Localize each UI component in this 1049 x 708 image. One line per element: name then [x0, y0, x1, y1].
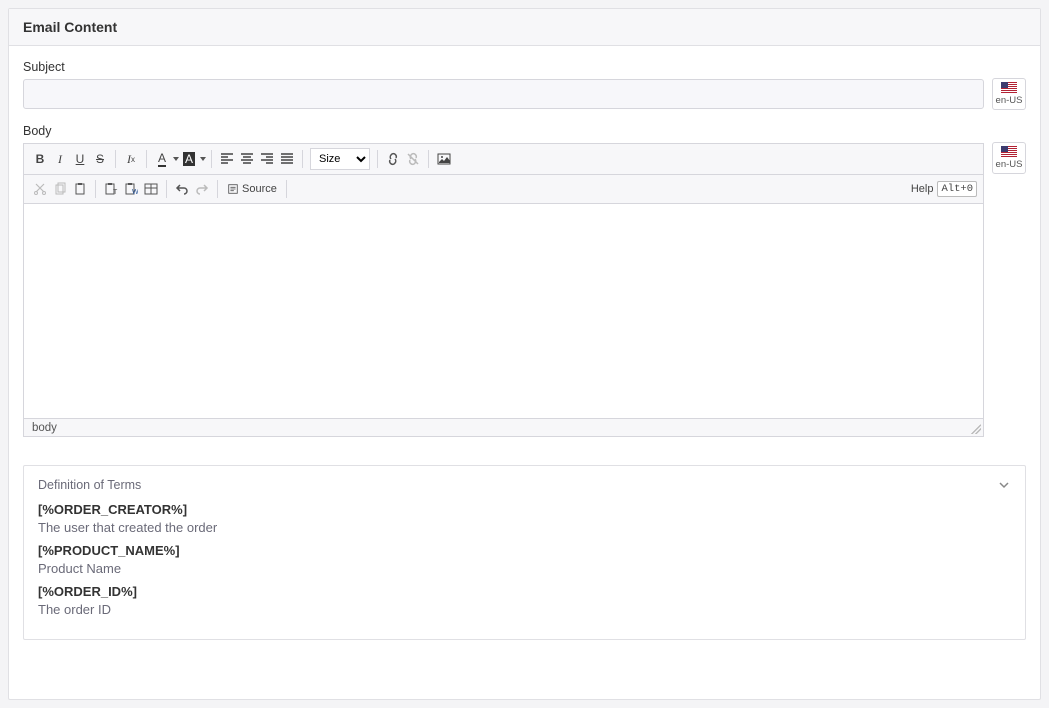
table-icon — [144, 182, 158, 196]
terms-header-label: Definition of Terms — [38, 478, 141, 492]
editor-toolbar-row-2: T W Source — [24, 175, 983, 204]
bold-button[interactable]: B — [30, 149, 50, 169]
align-center-button[interactable] — [237, 149, 257, 169]
subject-label: Subject — [23, 60, 984, 74]
svg-text:T: T — [113, 189, 118, 196]
term-item: [%ORDER_ID%] The order ID — [38, 584, 1011, 617]
us-flag-icon — [1001, 146, 1017, 157]
cut-button[interactable] — [30, 179, 50, 199]
align-justify-button[interactable] — [277, 149, 297, 169]
help-label[interactable]: Help — [911, 183, 934, 195]
remove-format-button[interactable]: Ix — [121, 149, 141, 169]
align-right-icon — [260, 152, 274, 166]
font-size-select[interactable]: Size — [310, 148, 370, 170]
paste-text-icon: T — [104, 182, 118, 196]
email-content-panel: Email Content Subject en-US Body — [8, 8, 1041, 700]
paste-icon — [73, 182, 87, 196]
underline-button[interactable]: U — [70, 149, 90, 169]
unlink-icon — [406, 152, 420, 166]
chevron-down-icon — [997, 478, 1011, 492]
align-left-icon — [220, 152, 234, 166]
panel-title: Email Content — [9, 9, 1040, 46]
svg-text:W: W — [132, 189, 138, 196]
dropdown-caret-icon[interactable] — [200, 157, 206, 161]
editor-content-area[interactable] — [24, 204, 983, 418]
copy-button[interactable] — [50, 179, 70, 199]
body-locale-button[interactable]: en-US — [992, 142, 1026, 174]
text-color-button[interactable]: A — [152, 149, 172, 169]
term-desc: The order ID — [38, 602, 1011, 617]
term-desc: Product Name — [38, 561, 1011, 576]
paste-word-button[interactable]: W — [121, 179, 141, 199]
body-label: Body — [23, 124, 984, 138]
rich-text-editor: B I U S Ix A A — [23, 143, 984, 437]
align-center-icon — [240, 152, 254, 166]
align-justify-icon — [280, 152, 294, 166]
undo-button[interactable] — [172, 179, 192, 199]
term-item: [%PRODUCT_NAME%] Product Name — [38, 543, 1011, 576]
locale-code: en-US — [996, 159, 1023, 170]
align-right-button[interactable] — [257, 149, 277, 169]
editor-footer: body — [24, 418, 983, 436]
subject-locale-button[interactable]: en-US — [992, 78, 1026, 110]
term-desc: The user that created the order — [38, 520, 1011, 535]
us-flag-icon — [1001, 82, 1017, 93]
copy-icon — [53, 182, 67, 196]
term-token: [%PRODUCT_NAME%] — [38, 543, 1011, 558]
link-icon — [386, 152, 400, 166]
term-token: [%ORDER_ID%] — [38, 584, 1011, 599]
definition-of-terms-panel: Definition of Terms [%ORDER_CREATOR%] Th… — [23, 465, 1026, 640]
paste-button[interactable] — [70, 179, 90, 199]
resize-grip-icon[interactable] — [971, 424, 981, 434]
table-button[interactable] — [141, 179, 161, 199]
italic-button[interactable]: I — [50, 149, 70, 169]
strikethrough-button[interactable]: S — [90, 149, 110, 169]
term-item: [%ORDER_CREATOR%] The user that created … — [38, 502, 1011, 535]
term-token: [%ORDER_CREATOR%] — [38, 502, 1011, 517]
terms-header[interactable]: Definition of Terms — [24, 466, 1025, 502]
background-color-button[interactable]: A — [179, 149, 199, 169]
redo-icon — [195, 182, 209, 196]
subject-input[interactable] — [23, 79, 984, 109]
cut-icon — [33, 182, 47, 196]
link-button[interactable] — [383, 149, 403, 169]
image-button[interactable] — [434, 149, 454, 169]
editor-toolbar-row-1: B I U S Ix A A — [24, 144, 983, 175]
redo-button[interactable] — [192, 179, 212, 199]
unlink-button[interactable] — [403, 149, 423, 169]
image-icon — [437, 152, 451, 166]
source-button[interactable]: Source — [223, 179, 281, 199]
paste-word-icon: W — [124, 182, 138, 196]
paste-text-button[interactable]: T — [101, 179, 121, 199]
source-icon — [227, 183, 239, 195]
terms-body: [%ORDER_CREATOR%] The user that created … — [24, 502, 1025, 639]
help-shortcut: Alt+0 — [937, 181, 977, 197]
editor-path[interactable]: body — [32, 422, 57, 434]
undo-icon — [175, 182, 189, 196]
align-left-button[interactable] — [217, 149, 237, 169]
locale-code: en-US — [996, 95, 1023, 106]
